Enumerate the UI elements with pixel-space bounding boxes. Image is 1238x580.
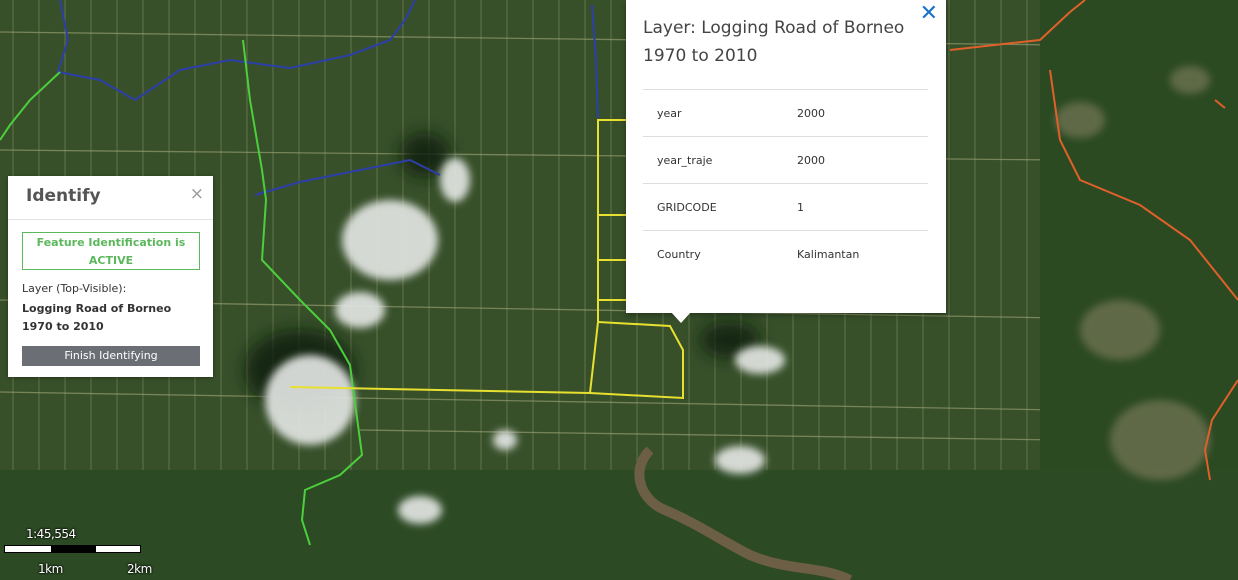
table-row: GRIDCODE 1: [643, 183, 928, 231]
attribute-key: year_traje: [657, 153, 713, 167]
scale-segment: [95, 545, 141, 553]
attribute-key: Country: [657, 247, 701, 261]
table-row: year 2000: [643, 89, 928, 137]
identify-close-icon[interactable]: ×: [190, 186, 204, 203]
feature-info-popup: ✕ Layer: Logging Road of Borneo 1970 to …: [626, 0, 946, 313]
finish-identifying-button[interactable]: Finish Identifying: [22, 346, 200, 366]
attribute-value: 1: [797, 200, 804, 214]
scale-segment: [4, 545, 52, 553]
scale-segment: [51, 545, 96, 553]
attribute-value: 2000: [797, 153, 825, 167]
attribute-key: GRIDCODE: [657, 200, 717, 214]
table-row: year_traje 2000: [643, 136, 928, 184]
attribute-value: 2000: [797, 106, 825, 120]
attribute-value: Kalimantan: [797, 247, 860, 261]
layer-name: Logging Road of Borneo 1970 to 2010: [22, 302, 172, 333]
table-row: Country Kalimantan: [643, 230, 928, 278]
scale-label-2km: 2km: [127, 562, 152, 576]
popup-title: Layer: Logging Road of Borneo 1970 to 20…: [643, 18, 905, 66]
identify-panel: Identify × Feature Identification is ACT…: [8, 176, 213, 377]
layer-label: Layer (Top-Visible):: [22, 282, 127, 295]
identification-status-badge: Feature Identification is ACTIVE: [22, 232, 200, 270]
popup-pointer: [671, 312, 691, 323]
attribute-table: year 2000 year_traje 2000 GRIDCODE 1 Countr…: [643, 89, 928, 278]
scale-label-1km: 1km: [38, 562, 63, 576]
identify-panel-title: Identify: [26, 186, 101, 206]
forest-area-south: [0, 470, 1238, 580]
panel-divider: [8, 219, 213, 220]
scale-ratio: 1:45,554: [26, 527, 76, 541]
attribute-key: year: [657, 106, 682, 120]
